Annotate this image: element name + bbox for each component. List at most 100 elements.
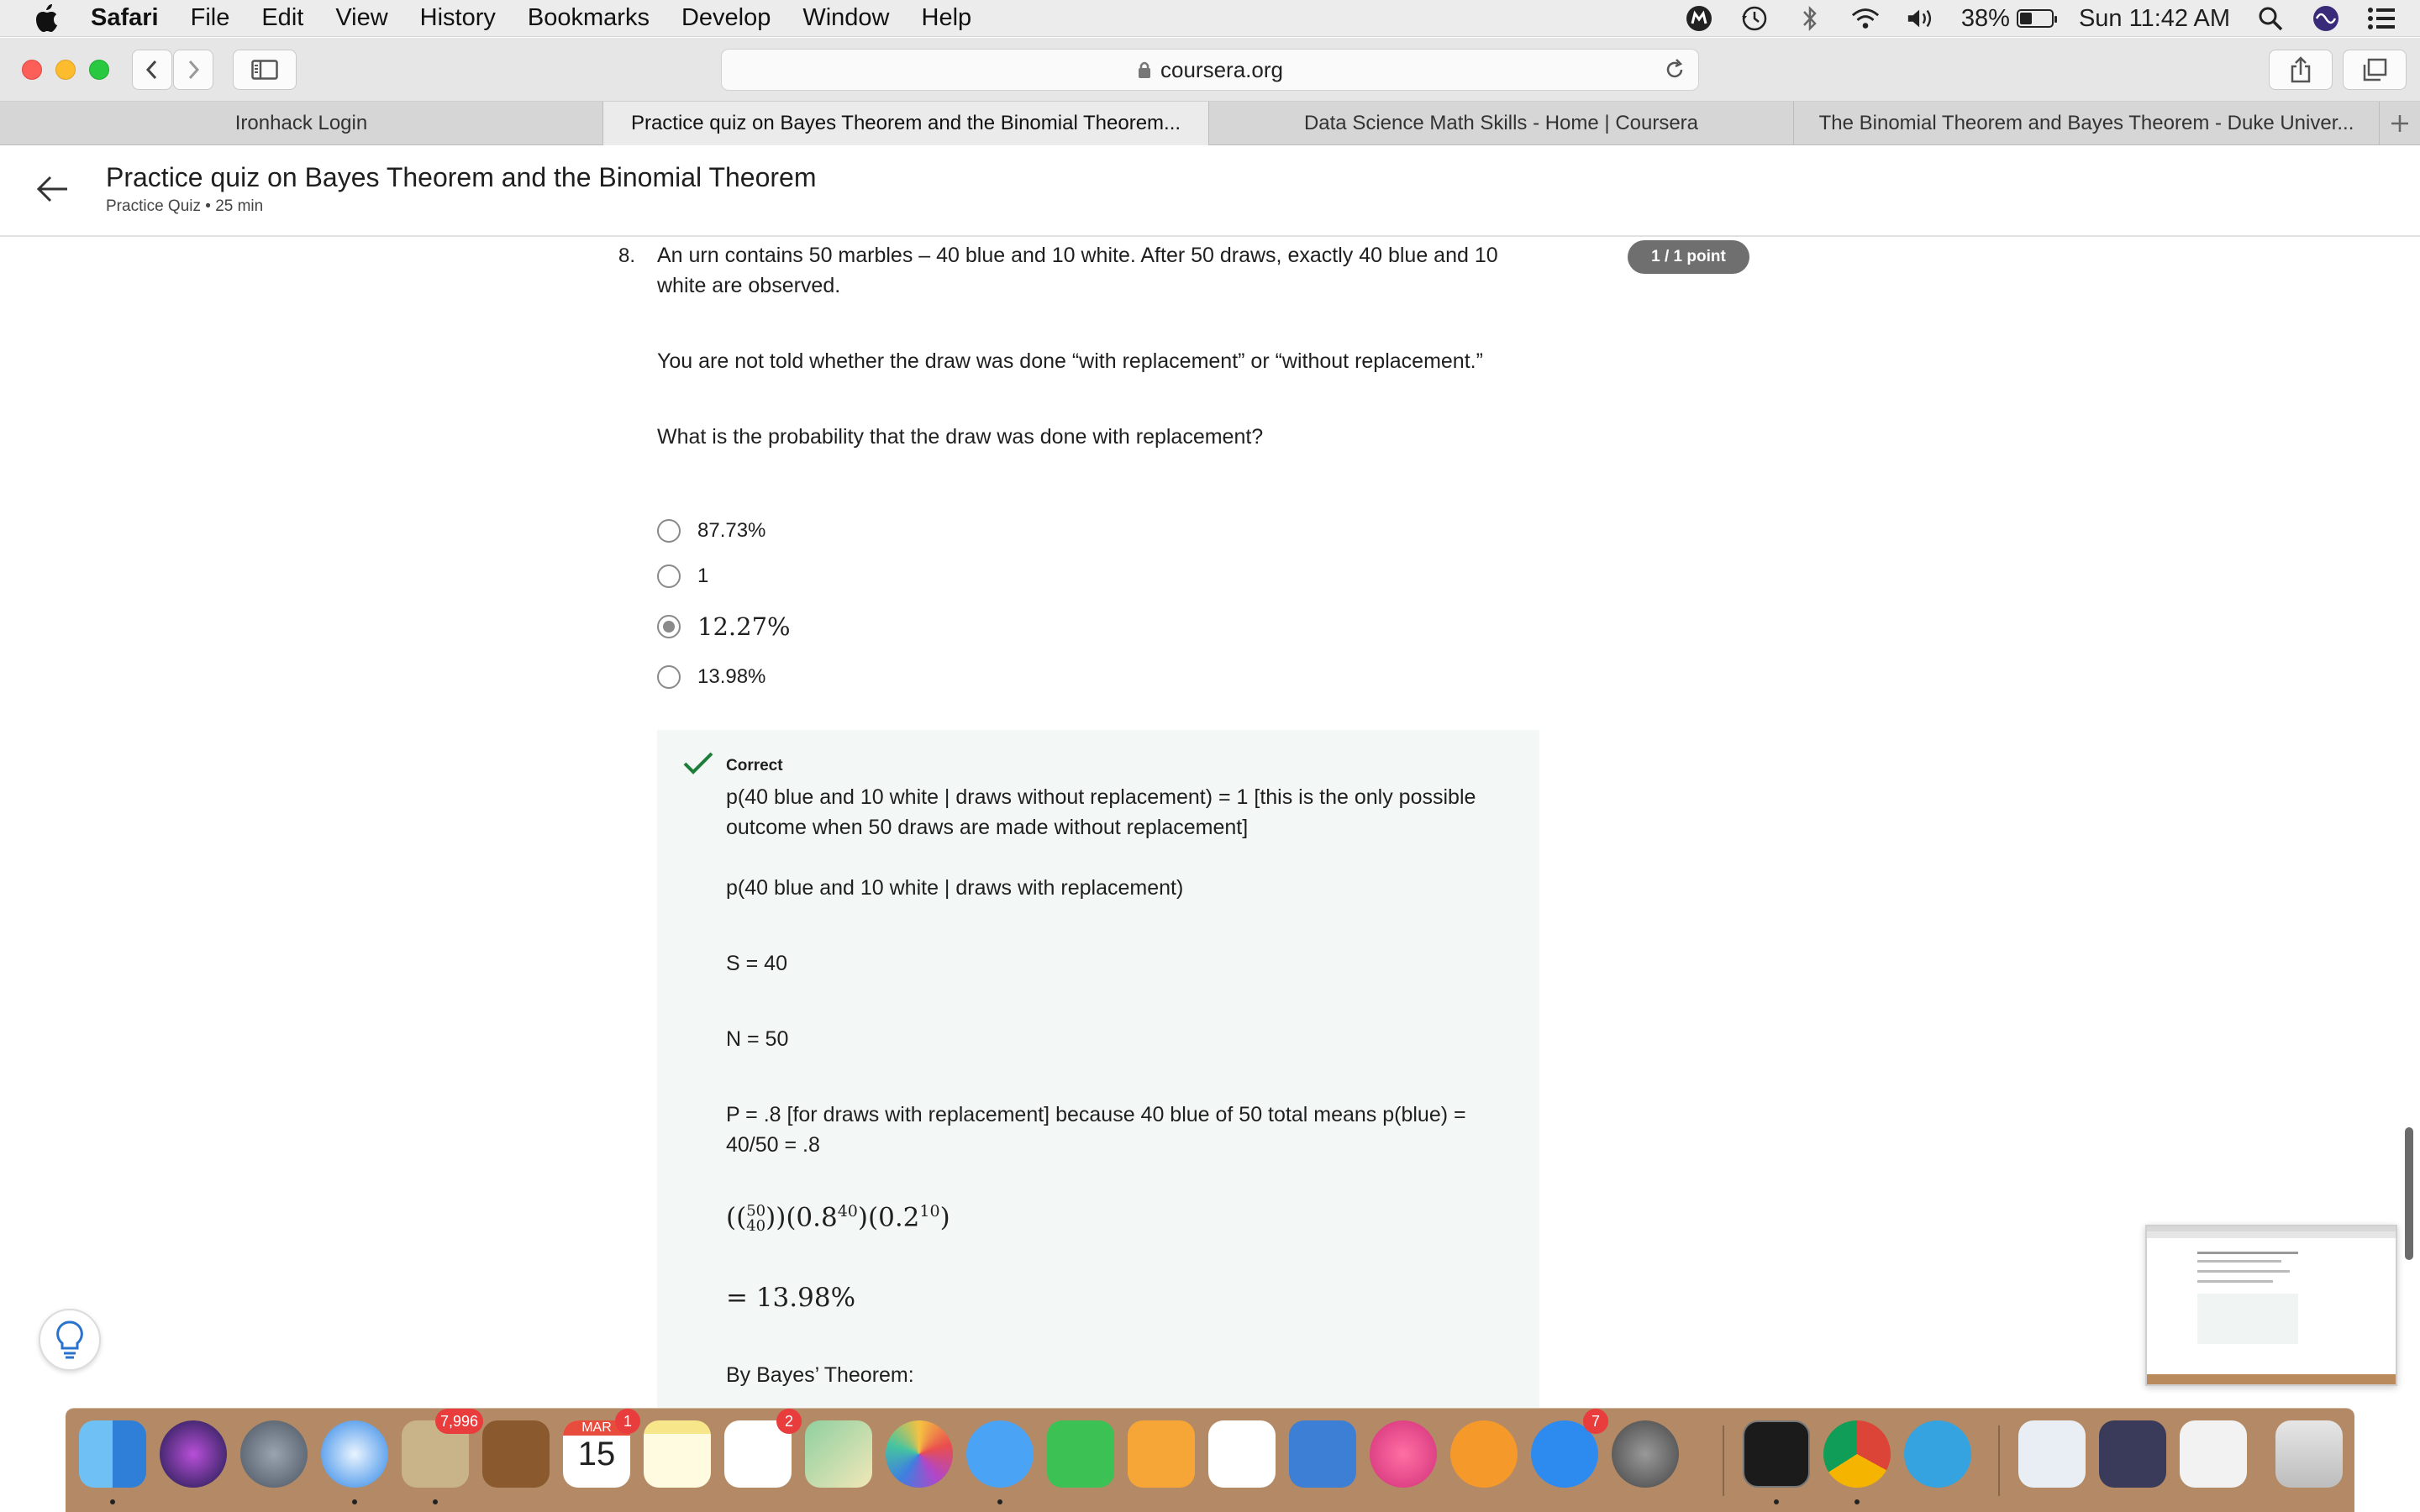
url-text: coursera.org xyxy=(1160,56,1283,82)
quiz-title: Practice quiz on Bayes Theorem and the B… xyxy=(106,162,817,192)
terminal-icon[interactable] xyxy=(1743,1420,1810,1488)
safari-toolbar: coursera.org xyxy=(0,38,2420,102)
menu-develop[interactable]: Develop xyxy=(681,4,771,32)
formula-exponent-2: 10 xyxy=(919,1202,940,1221)
radio-button[interactable] xyxy=(657,665,681,689)
tab-label: Practice quiz on Bayes Theorem and the B… xyxy=(630,112,1181,134)
option-label: 87.73% xyxy=(697,519,766,542)
document-stack-icon[interactable] xyxy=(2018,1420,2086,1488)
window-controls xyxy=(22,60,109,80)
menu-file[interactable]: File xyxy=(191,4,230,32)
answer-option-3[interactable]: 12.27% xyxy=(657,610,791,643)
sidebar-toggle-button[interactable] xyxy=(233,50,297,90)
formula-base-2: )(0.2 xyxy=(857,1202,920,1233)
siri-icon[interactable] xyxy=(2311,3,2341,34)
zoom-window-button[interactable] xyxy=(89,60,109,80)
books-icon[interactable] xyxy=(1450,1420,1518,1488)
screenshot-thumbnail-preview[interactable] xyxy=(2145,1225,2397,1386)
dock-separator xyxy=(1998,1425,2000,1496)
volume-icon[interactable] xyxy=(1906,3,1936,34)
battery-status[interactable]: 38% xyxy=(1960,4,2057,33)
option-label: 1 xyxy=(697,564,709,587)
back-button[interactable] xyxy=(132,50,172,90)
numbers-icon[interactable] xyxy=(1208,1420,1276,1488)
screenshot-stack-icon[interactable] xyxy=(2099,1420,2166,1488)
menu-help[interactable]: Help xyxy=(922,4,972,32)
launchpad-icon[interactable] xyxy=(240,1420,308,1488)
notes-icon[interactable] xyxy=(644,1420,711,1488)
spotlight-search-icon[interactable] xyxy=(2255,3,2286,34)
menu-window[interactable]: Window xyxy=(802,4,889,32)
menu-history[interactable]: History xyxy=(420,4,496,32)
reload-icon[interactable] xyxy=(1663,58,1686,81)
battery-percent: 38% xyxy=(1960,4,2010,32)
help-lightbulb-button[interactable] xyxy=(39,1309,101,1371)
chevron-left-icon xyxy=(145,60,157,80)
bluetooth-icon[interactable] xyxy=(1795,3,1825,34)
answer-option-4[interactable]: 13.98% xyxy=(657,660,765,694)
finder-icon[interactable] xyxy=(79,1420,146,1488)
contacts-icon[interactable] xyxy=(482,1420,550,1488)
maps-icon[interactable] xyxy=(805,1420,872,1488)
bayes-heading: By Bayes’ Theorem: xyxy=(726,1363,914,1387)
tab-ironhack-login[interactable]: Ironhack Login xyxy=(0,102,603,145)
apple-menu-icon[interactable] xyxy=(34,2,62,35)
safari-dock-icon[interactable] xyxy=(321,1420,388,1488)
messages-icon[interactable] xyxy=(966,1420,1034,1488)
page-scrollbar[interactable] xyxy=(2405,1127,2413,1260)
menu-bookmarks[interactable]: Bookmarks xyxy=(528,4,650,32)
radio-button[interactable] xyxy=(657,519,681,543)
show-tabs-button[interactable] xyxy=(2343,50,2407,90)
address-bar[interactable]: coursera.org xyxy=(721,49,1699,91)
answer-option-2[interactable]: 1 xyxy=(657,559,708,593)
running-indicator xyxy=(433,1499,438,1504)
downloads-stack-icon[interactable] xyxy=(2180,1420,2247,1488)
telegram-icon[interactable] xyxy=(1904,1420,1971,1488)
calendar-day: 15 xyxy=(577,1436,616,1473)
chrome-icon[interactable] xyxy=(1823,1420,1891,1488)
system-preferences-icon[interactable] xyxy=(1612,1420,1679,1488)
feedback-line-3: S = 40 xyxy=(726,952,787,975)
answer-option-1[interactable]: 87.73% xyxy=(657,514,765,548)
forward-button[interactable] xyxy=(173,50,213,90)
status-area: 38% Sun 11:42 AM xyxy=(1684,0,2396,37)
time-machine-icon[interactable] xyxy=(1739,3,1770,34)
facetime-icon[interactable] xyxy=(1047,1420,1114,1488)
close-window-button[interactable] xyxy=(22,60,42,80)
radio-button[interactable] xyxy=(657,564,681,588)
share-button[interactable] xyxy=(2269,50,2333,90)
pages-icon[interactable] xyxy=(1128,1420,1195,1488)
music-icon[interactable] xyxy=(1370,1420,1437,1488)
radio-button-selected[interactable] xyxy=(657,615,681,638)
trash-icon[interactable] xyxy=(2275,1420,2343,1488)
tab-label: Data Science Math Skills - Home | Course… xyxy=(1303,112,1699,134)
binom-bottom: 40 xyxy=(746,1216,766,1235)
menu-safari[interactable]: Safari xyxy=(91,4,159,32)
feedback-line-2: p(40 blue and 10 white | draws with repl… xyxy=(726,876,1184,900)
tab-practice-quiz[interactable]: Practice quiz on Bayes Theorem and the B… xyxy=(603,102,1209,145)
photos-icon[interactable] xyxy=(886,1420,953,1488)
menu-view[interactable]: View xyxy=(335,4,387,32)
tab-binomial-bayes-duke[interactable]: The Binomial Theorem and Bayes Theorem -… xyxy=(1794,102,2380,145)
tab-data-science-math-skills[interactable]: Data Science Math Skills - Home | Course… xyxy=(1209,102,1794,145)
running-indicator xyxy=(1854,1499,1860,1504)
menu-edit[interactable]: Edit xyxy=(261,4,303,32)
keynote-icon[interactable] xyxy=(1289,1420,1356,1488)
wifi-icon[interactable] xyxy=(1850,3,1881,34)
menubar-clock[interactable]: Sun 11:42 AM xyxy=(2079,5,2230,33)
sidebar-icon xyxy=(251,60,278,80)
back-arrow-icon[interactable] xyxy=(34,171,71,207)
notification-center-icon[interactable] xyxy=(2366,3,2396,34)
minimize-window-button[interactable] xyxy=(55,60,76,80)
tab-label: Ironhack Login xyxy=(234,112,368,134)
malwarebytes-icon[interactable] xyxy=(1684,3,1714,34)
share-icon xyxy=(2291,56,2311,83)
quiz-content: 8. An urn contains 50 marbles – 40 blue … xyxy=(0,238,2420,1410)
siri-dock-icon[interactable] xyxy=(160,1420,227,1488)
new-tab-button[interactable] xyxy=(2380,102,2420,145)
question-paragraph-3: What is the probability that the draw wa… xyxy=(657,425,1264,449)
running-indicator xyxy=(1774,1499,1779,1504)
tab-bar: Ironhack Login Practice quiz on Bayes Th… xyxy=(0,102,2420,145)
feedback-line-4: N = 50 xyxy=(726,1027,789,1051)
points-badge: 1 / 1 point xyxy=(1628,240,1749,274)
